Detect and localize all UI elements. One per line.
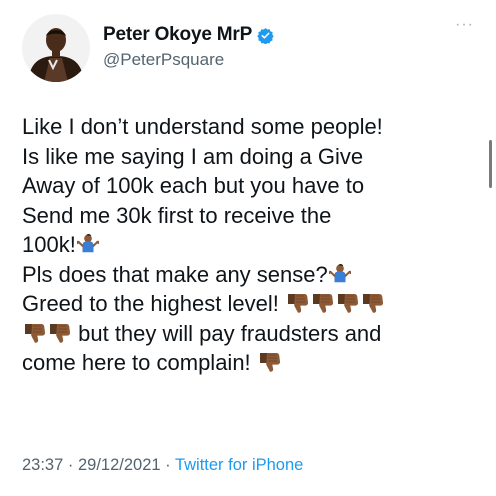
thumbs-down-emoji-icon <box>286 292 310 314</box>
tweet-line: Like I don’t understand some people! <box>22 114 383 139</box>
thumbs-down-emoji-icon <box>258 351 282 373</box>
tweet-line-text: come here to complain! <box>22 350 251 375</box>
person-shrugging-emoji-icon <box>77 233 99 255</box>
tweet-line-text: Greed to the highest level! <box>22 291 279 316</box>
author-display-name[interactable]: Peter Okoye MrP <box>103 24 252 46</box>
tweet-metadata: 23:37 · 29/12/2021 · Twitter for iPhone <box>22 456 303 475</box>
tweet-line-text: 100k! <box>22 232 76 257</box>
verified-badge-icon <box>257 27 274 44</box>
thumbs-down-emoji-icon <box>48 322 72 344</box>
tweet-source-link[interactable]: Twitter for iPhone <box>175 456 303 474</box>
author-avatar[interactable] <box>22 14 90 82</box>
tweet-text: Like I don’t understand some people! Is … <box>22 112 482 378</box>
tweet-line-with-emoji: Greed to the highest level! <box>22 289 482 319</box>
tweet-date[interactable]: 29/12/2021 <box>78 456 161 474</box>
scrollbar-thumb[interactable] <box>489 140 492 188</box>
tweet-line-with-emoji: Pls does that make any sense? <box>22 260 482 290</box>
meta-separator: · <box>160 456 175 474</box>
more-options-icon[interactable]: ··· <box>455 16 474 34</box>
author-handle[interactable]: @PeterPsquare <box>103 50 274 70</box>
tweet-line-with-emoji: come here to complain! <box>22 348 482 378</box>
tweet-line: Away of 100k each but you have to <box>22 173 365 198</box>
tweet-line: Is like me saying I am doing a Give <box>22 143 364 169</box>
tweet-time[interactable]: 23:37 <box>22 456 63 474</box>
thumbs-down-emoji-icon <box>23 322 47 344</box>
meta-separator: · <box>63 456 78 474</box>
tweet-line-with-emoji: 100k! <box>22 230 482 260</box>
tweet-line-text: Pls does that make any sense? <box>22 261 328 287</box>
tweet-line-with-emoji: but they will pay fraudsters and <box>22 319 482 349</box>
thumbs-down-emoji-icon <box>361 292 385 314</box>
thumbs-down-emoji-icon <box>336 292 360 314</box>
author-names: Peter Okoye MrP @PeterPsquare <box>103 24 274 70</box>
person-shrugging-emoji-icon <box>329 263 351 285</box>
thumbs-down-emoji-icon <box>311 292 335 314</box>
tweet-line: Send me 30k first to receive the <box>22 202 332 228</box>
avatar-portrait-image <box>22 14 90 82</box>
tweet-line-text: but they will pay fraudsters and <box>78 320 382 346</box>
tweet-header: Peter Okoye MrP @PeterPsquare ··· <box>22 14 482 84</box>
